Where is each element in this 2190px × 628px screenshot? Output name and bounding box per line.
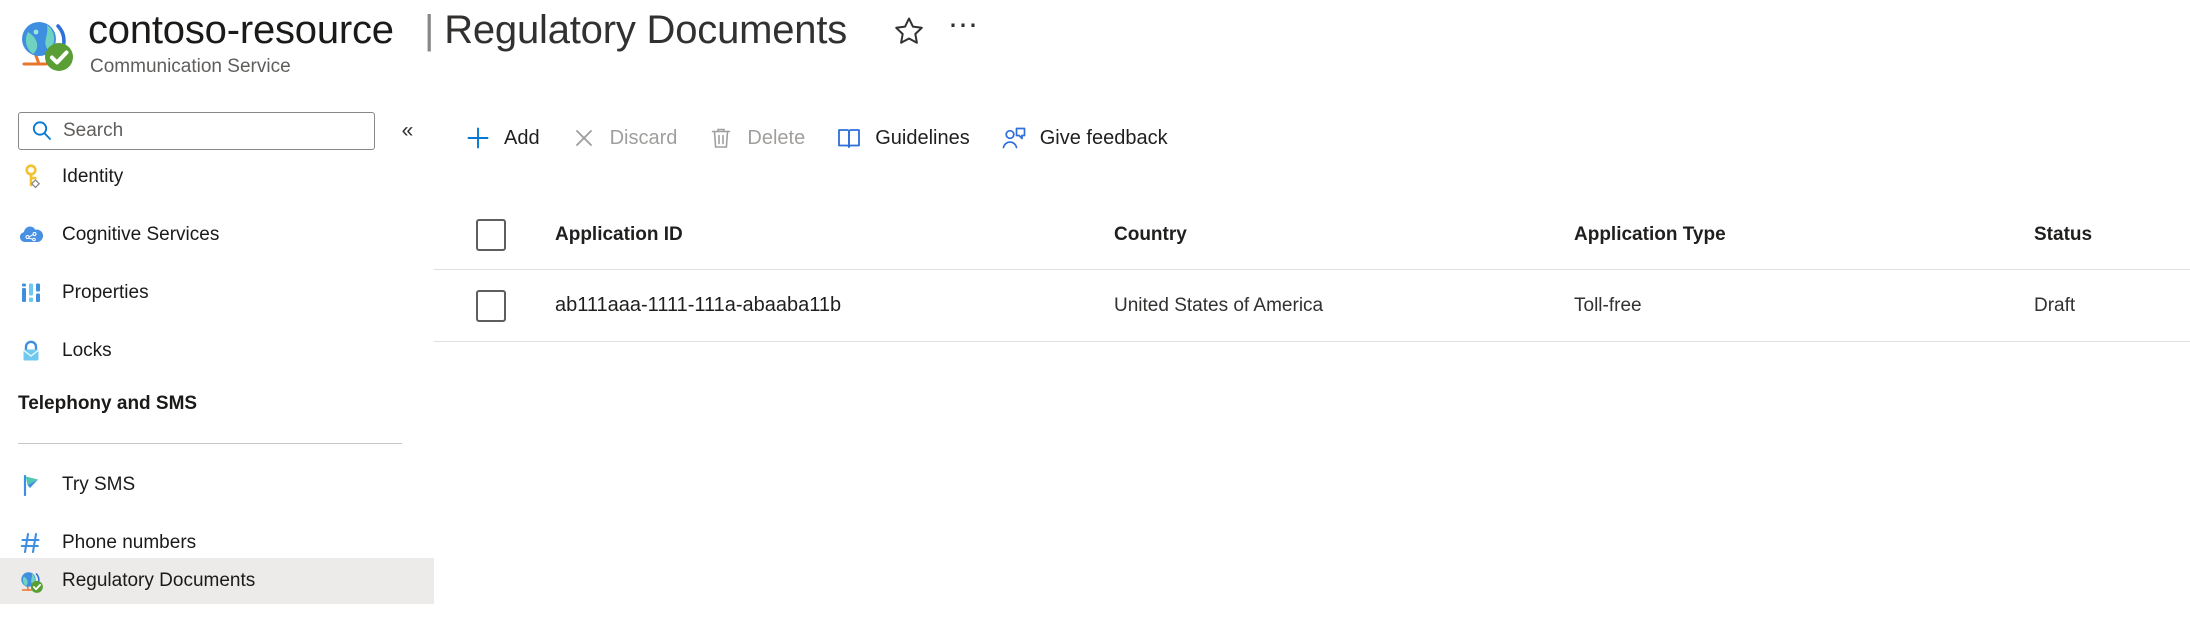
column-header-label: Country [1114, 223, 1187, 245]
column-header-status[interactable]: Status [2034, 200, 2092, 269]
table-row[interactable]: ab111aaa-1111-111a-abaaba11b United Stat… [434, 270, 2190, 342]
add-button-label: Add [504, 126, 540, 149]
sidebar-item-properties[interactable]: Properties [0, 270, 434, 316]
sidebar-item-cognitive-services[interactable]: Cognitive Services [0, 212, 434, 258]
delete-button-label: Delete [747, 126, 806, 149]
content-area: Add Discard Delete Guidelines Give feedb… [434, 96, 2190, 628]
search-input[interactable] [63, 120, 343, 142]
table-header-row: Application ID Country Application Type … [434, 200, 2190, 270]
give-feedback-button-label: Give feedback [1039, 126, 1168, 149]
cell-application-id: ab111aaa-1111-111a-abaaba11b [555, 270, 841, 341]
give-feedback-button[interactable]: Give feedback [998, 116, 1182, 160]
sidebar-group-title: Telephony and SMS [18, 393, 198, 414]
person-feedback-icon [1000, 124, 1028, 152]
search-box[interactable] [18, 112, 375, 150]
key-icon [18, 164, 44, 190]
cell-status: Draft [2034, 270, 2075, 341]
lock-icon [18, 338, 44, 364]
search-icon [29, 118, 55, 144]
book-icon [835, 124, 863, 152]
azure-portal-page: contoso-resource Communication Service |… [0, 0, 2190, 628]
properties-icon [18, 280, 44, 306]
guidelines-button[interactable]: Guidelines [833, 116, 984, 160]
discard-button[interactable]: Discard [568, 116, 692, 160]
page-header: contoso-resource Communication Service |… [0, 0, 2190, 96]
ellipsis-icon[interactable]: ⋯ [944, 11, 984, 47]
sidebar-item-label: Cognitive Services [62, 224, 220, 245]
cell-country: United States of America [1114, 270, 1323, 341]
close-icon [570, 124, 598, 152]
cell-application-type: Toll-free [1574, 270, 1642, 341]
sidebar: « Identity [0, 96, 434, 628]
guidelines-button-label: Guidelines [875, 126, 970, 149]
status-badge: Draft [2034, 294, 2076, 316]
resource-name: contoso-resource [88, 8, 394, 52]
sidebar-item-regulatory-documents[interactable]: Regulatory Documents [0, 558, 434, 604]
delete-button[interactable]: Delete [705, 116, 819, 160]
globe-check-icon [14, 12, 76, 74]
sidebar-item-label: Identity [62, 166, 124, 187]
sidebar-item-label: Try SMS [62, 474, 136, 495]
select-all-checkbox[interactable] [476, 218, 506, 251]
flag-icon [18, 472, 44, 498]
trash-icon [707, 124, 735, 152]
page-title-text: Regulatory Documents [444, 8, 848, 52]
sidebar-item-identity[interactable]: Identity [0, 154, 434, 200]
resource-type: Communication Service [90, 56, 291, 77]
column-header-country[interactable]: Country [1114, 200, 1187, 269]
application-type-value: Toll-free [1574, 294, 1642, 316]
column-header-application-id[interactable]: Application ID [555, 200, 683, 269]
sidebar-item-label: Locks [62, 340, 112, 361]
globe-check-icon [18, 568, 44, 594]
command-toolbar: Add Discard Delete Guidelines Give feedb… [462, 116, 1196, 160]
plus-icon [464, 124, 492, 152]
title-separator: | [424, 8, 435, 52]
row-checkbox[interactable] [476, 289, 506, 322]
application-id-value: ab111aaa-1111-111a-abaaba11b [555, 294, 842, 316]
column-header-application-type[interactable]: Application Type [1574, 200, 1726, 269]
sidebar-item-label: Phone numbers [62, 532, 197, 553]
country-value: United States of America [1114, 294, 1324, 316]
hash-icon [18, 530, 44, 556]
column-header-label: Application ID [555, 223, 683, 245]
sidebar-item-label: Regulatory Documents [62, 570, 256, 591]
column-header-label: Application Type [1574, 223, 1726, 245]
page-title: | Regulatory Documents [424, 8, 847, 53]
column-header-label: Status [2034, 223, 2093, 245]
row-checkbox-cell [476, 270, 506, 341]
discard-button-label: Discard [609, 126, 678, 149]
select-all-checkbox-cell [476, 200, 506, 269]
sidebar-item-try-sms[interactable]: Try SMS [0, 462, 434, 508]
cognitive-services-icon [18, 222, 44, 248]
sidebar-item-locks[interactable]: Locks [0, 328, 434, 374]
chevron-double-left-icon[interactable]: « [393, 118, 421, 144]
add-button[interactable]: Add [462, 116, 554, 160]
sidebar-divider [18, 443, 402, 444]
sidebar-item-label: Properties [62, 282, 149, 303]
star-icon[interactable] [892, 14, 926, 48]
regulatory-documents-table: Application ID Country Application Type … [434, 200, 2190, 342]
